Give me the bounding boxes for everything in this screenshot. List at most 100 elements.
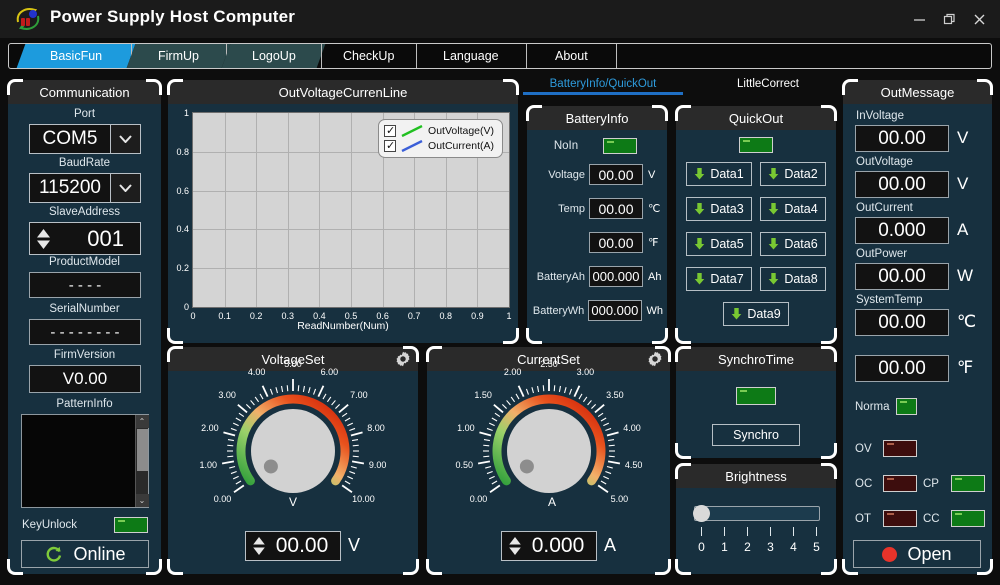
quickout-button-data3[interactable]: Data3 bbox=[686, 197, 752, 221]
indicator-label: Norma bbox=[855, 400, 890, 413]
corner-bracket bbox=[821, 346, 837, 362]
knob-tick bbox=[322, 393, 327, 400]
knob-tick bbox=[286, 385, 289, 392]
tab-label: BasicFun bbox=[49, 49, 103, 63]
knob-body[interactable] bbox=[507, 409, 591, 493]
quickout-button-data2[interactable]: Data2 bbox=[760, 162, 826, 186]
title-bar: Power Supply Host Computer bbox=[0, 0, 1000, 38]
knob-tick bbox=[233, 484, 245, 494]
batteryinfo-value[interactable]: 00.00 bbox=[589, 198, 643, 219]
maximize-icon[interactable] bbox=[934, 4, 964, 34]
batteryinfo-value[interactable]: 00.00 bbox=[589, 164, 643, 185]
knob-tick bbox=[275, 387, 279, 394]
patterninfo-textarea[interactable]: ⌃ ⌄ bbox=[21, 414, 149, 508]
corner-bracket bbox=[167, 346, 183, 362]
knob-tick-label: 0.00 bbox=[213, 494, 232, 505]
synchrotime-indicator bbox=[736, 387, 776, 405]
knob-tick bbox=[600, 480, 607, 485]
application-window: Power Supply Host Computer BasicFun FirmU… bbox=[0, 0, 1000, 585]
baudrate-select[interactable]: 115200 bbox=[29, 173, 141, 203]
knob-tick-label: 6.00 bbox=[320, 367, 339, 378]
stepper-arrows-icon[interactable] bbox=[30, 228, 56, 249]
main-tab-checkup[interactable]: CheckUp bbox=[317, 44, 421, 68]
knob-tick-label: 4.50 bbox=[624, 459, 643, 470]
knob-tick-label: 2.00 bbox=[201, 422, 219, 433]
scrollbar-thumb[interactable] bbox=[136, 429, 148, 471]
corner-bracket bbox=[652, 328, 668, 344]
knob-tick bbox=[542, 385, 545, 392]
patterninfo-scrollbar[interactable]: ⌃ ⌄ bbox=[135, 415, 149, 507]
quickout-button-data4[interactable]: Data4 bbox=[760, 197, 826, 221]
knob-tick bbox=[606, 465, 613, 469]
current-knob[interactable]: A 0.00 0.50 1.00 1.50 2.00 2.50 3.00 3.50 4.00 4.5… bbox=[427, 359, 670, 533]
knob-tick-label: 4.00 bbox=[247, 367, 266, 378]
stepper-arrows-icon[interactable] bbox=[502, 537, 528, 555]
chevron-down-icon[interactable] bbox=[111, 124, 141, 154]
outmessage-value: 0.000 bbox=[855, 217, 949, 244]
knob-dial[interactable] bbox=[168, 373, 418, 533]
download-arrow-icon bbox=[769, 273, 779, 285]
legend-checkbox[interactable] bbox=[384, 124, 397, 137]
legend-item[interactable]: OutVoltage(V) bbox=[384, 124, 494, 137]
knob-tick bbox=[558, 385, 562, 393]
current-value-stepper[interactable]: 0.000 bbox=[501, 531, 597, 561]
quickout-button-data9[interactable]: Data9 bbox=[723, 302, 789, 326]
quickout-button-data7[interactable]: Data7 bbox=[686, 267, 752, 291]
tab-batteryinfo-quickout[interactable]: BatteryInfo/QuickOut bbox=[523, 78, 683, 95]
quickout-button-data1[interactable]: Data1 bbox=[686, 162, 752, 186]
chevron-down-icon[interactable] bbox=[111, 173, 141, 203]
knob-body[interactable] bbox=[251, 409, 335, 493]
voltage-knob[interactable]: V 0.00 1.00 2.00 3.00 4.00 5.00 6.00 7.00 8.00 9.0… bbox=[168, 359, 418, 533]
voltage-value-stepper[interactable]: 00.00 bbox=[245, 531, 341, 561]
knob-pointer bbox=[263, 459, 278, 474]
chart-legend[interactable]: OutVoltage(V) OutCurrent(A) bbox=[378, 119, 503, 158]
synchro-button[interactable]: Synchro bbox=[712, 424, 800, 446]
quickout-button-data5[interactable]: Data5 bbox=[686, 232, 752, 256]
quickout-button-data6[interactable]: Data6 bbox=[760, 232, 826, 256]
main-tab-about[interactable]: About bbox=[522, 44, 621, 68]
batteryinfo-value[interactable]: 000.000 bbox=[588, 300, 642, 321]
legend-checkbox[interactable] bbox=[384, 139, 397, 152]
online-button[interactable]: Online bbox=[21, 540, 149, 568]
scroll-up-icon[interactable]: ⌃ bbox=[135, 415, 149, 428]
knob-tick-label: 7.00 bbox=[350, 389, 368, 400]
outmessage-value: 00.00 bbox=[855, 355, 949, 382]
batteryinfo-value[interactable]: 00.00 bbox=[589, 232, 643, 253]
knob-tick bbox=[351, 438, 359, 442]
baudrate-value: 115200 bbox=[29, 173, 111, 203]
outmessage-unit: ℃ bbox=[957, 312, 977, 331]
quickout-button-label: Data2 bbox=[784, 167, 818, 181]
port-select[interactable]: COM5 bbox=[29, 124, 141, 154]
main-tab-firmup[interactable]: FirmUp bbox=[126, 44, 231, 68]
main-tab-basicfun[interactable]: BasicFun bbox=[16, 44, 136, 68]
open-button[interactable]: Open bbox=[853, 540, 981, 568]
knob-tick bbox=[313, 388, 317, 395]
quickout-button-data8[interactable]: Data8 bbox=[760, 267, 826, 291]
knob-tick bbox=[230, 427, 237, 431]
brightness-tick-label: 3 bbox=[767, 540, 774, 554]
chart-plot-area[interactable]: OutVoltage(V) OutCurrent(A) bbox=[192, 112, 510, 308]
stepper-arrows-icon[interactable] bbox=[246, 537, 272, 555]
scroll-down-icon[interactable]: ⌄ bbox=[135, 494, 149, 507]
main-tab-logoup[interactable]: LogoUp bbox=[221, 44, 326, 68]
status-badge bbox=[883, 440, 917, 457]
main-tab-language[interactable]: Language bbox=[412, 44, 531, 68]
close-icon[interactable] bbox=[964, 4, 994, 34]
corner-bracket bbox=[675, 346, 691, 362]
legend-item[interactable]: OutCurrent(A) bbox=[384, 139, 494, 152]
knob-tick bbox=[349, 471, 356, 475]
brightness-slider-thumb[interactable] bbox=[693, 505, 710, 522]
download-arrow-icon bbox=[695, 238, 705, 250]
brightness-tick-mark bbox=[770, 527, 771, 536]
minimize-icon[interactable] bbox=[904, 4, 934, 34]
batteryinfo-unit: V bbox=[648, 168, 656, 181]
batteryinfo-value[interactable]: 000.000 bbox=[589, 266, 643, 287]
brightness-tick-label: 0 bbox=[698, 540, 705, 554]
slaveaddress-stepper[interactable]: 001 bbox=[29, 222, 141, 255]
tab-littlecorrect[interactable]: LittleCorrect bbox=[693, 78, 843, 90]
brightness-slider-track[interactable] bbox=[694, 506, 820, 521]
sub-tab-strip: BatteryInfo/QuickOut LittleCorrect bbox=[523, 78, 841, 102]
knob-tick-label: 4.00 bbox=[623, 422, 641, 433]
knob-tick-label: 3.00 bbox=[218, 389, 236, 400]
serialnumber-value: - - - - - - - - bbox=[29, 319, 141, 345]
